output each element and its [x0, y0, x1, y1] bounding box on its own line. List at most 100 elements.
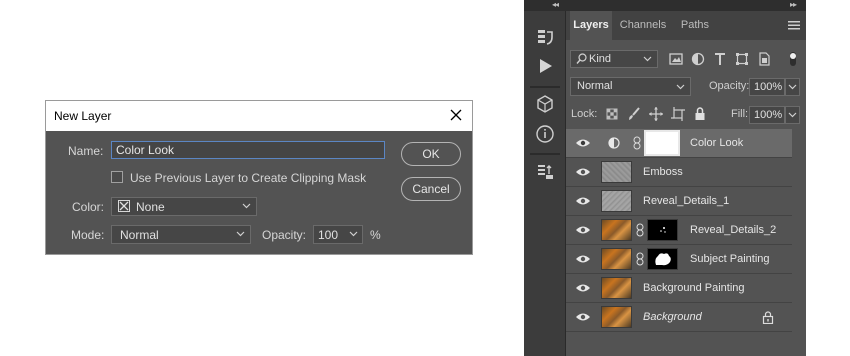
filter-kind-select[interactable]: Kind	[570, 50, 658, 68]
collapse-right-icon[interactable]: ▸▸	[790, 0, 797, 9]
fill-dropdown[interactable]	[785, 106, 800, 124]
layers-panel: Layers Channels Paths Kind Normal Opacit…	[566, 11, 806, 356]
eye-icon[interactable]	[575, 195, 591, 207]
strip-divider	[530, 86, 560, 88]
opacity-field[interactable]: 100	[313, 225, 363, 244]
play-actions-icon[interactable]	[532, 53, 558, 79]
opacity-value: 100	[318, 228, 339, 242]
layer-name: Subject Painting	[690, 253, 770, 265]
adjustment-layer-icon	[608, 137, 620, 149]
layer-name: Background Painting	[643, 282, 745, 294]
brush-icon[interactable]	[626, 106, 642, 122]
lock-label: Lock:	[571, 108, 598, 120]
filter-kind-value: Kind	[589, 53, 612, 65]
dialog-titlebar: New Layer	[46, 101, 472, 131]
opacity-dropdown[interactable]	[785, 78, 800, 96]
opacity-label: Opacity:	[262, 228, 307, 242]
layer-row-subject-painting[interactable]: Subject Painting	[566, 245, 792, 274]
layer-list-scrollbar[interactable]	[792, 129, 806, 356]
chevron-down-icon	[242, 203, 251, 209]
tab-channels[interactable]: Channels	[616, 11, 670, 40]
layer-name: Reveal_Details_1	[643, 195, 730, 207]
panel-tabs: Layers Channels Paths	[566, 11, 806, 40]
chevron-down-icon	[236, 231, 245, 237]
layer-name: Background	[643, 311, 702, 323]
layer-row-color-look[interactable]: Color Look	[566, 129, 792, 158]
layer-thumbnail	[601, 248, 632, 270]
color-value: None	[136, 200, 165, 214]
lock-icon[interactable]	[692, 106, 708, 122]
link-chain-icon[interactable]	[636, 252, 644, 266]
panel-icon-strip	[524, 11, 566, 356]
eye-icon[interactable]	[575, 282, 591, 294]
layer-row-emboss[interactable]: Emboss	[566, 158, 792, 187]
mode-select[interactable]: Normal	[111, 225, 251, 244]
link-chain-icon[interactable]	[636, 223, 644, 237]
layer-thumbnail	[601, 190, 632, 212]
pixel-filter-icon[interactable]	[668, 51, 684, 67]
chevron-down-icon	[643, 56, 652, 62]
clipping-mask-label: Use Previous Layer to Create Clipping Ma…	[130, 171, 367, 185]
chevron-down-icon[interactable]	[349, 231, 358, 237]
lock-transparent-pixels-icon[interactable]	[604, 106, 620, 122]
blend-mode-select[interactable]: Normal	[570, 77, 691, 96]
close-icon[interactable]	[446, 105, 466, 125]
eye-icon[interactable]	[575, 137, 591, 149]
cancel-button[interactable]: Cancel	[401, 177, 461, 201]
blend-mode-value: Normal	[577, 80, 613, 92]
eye-icon[interactable]	[575, 253, 591, 265]
lock-icon[interactable]	[762, 311, 774, 324]
info-icon[interactable]	[532, 121, 558, 147]
ok-button[interactable]: OK	[401, 142, 461, 166]
filter-toggle-icon[interactable]	[788, 51, 798, 67]
eye-icon[interactable]	[575, 224, 591, 236]
name-input[interactable]	[111, 141, 385, 159]
layer-row-background-painting[interactable]: Background Painting	[566, 274, 792, 303]
move-icon[interactable]	[648, 106, 664, 122]
no-color-icon	[118, 200, 130, 212]
tab-layers[interactable]: Layers	[570, 11, 612, 40]
layer-mask-thumbnail[interactable]	[644, 130, 680, 156]
link-chain-icon[interactable]	[633, 136, 641, 150]
search-icon	[576, 53, 587, 65]
3d-cube-icon[interactable]	[532, 91, 558, 117]
photoshop-dock: ◂◂ ▸▸ Layers Channels Paths Kind Normal …	[524, 0, 806, 356]
dock-topbar: ◂◂ ▸▸	[524, 0, 806, 11]
dialog-title: New Layer	[54, 109, 112, 123]
opacity-unit: %	[370, 228, 381, 242]
collapse-left-icon[interactable]: ◂◂	[552, 0, 559, 9]
mode-label: Mode:	[71, 228, 105, 242]
shape-filter-icon[interactable]	[734, 51, 750, 67]
fill-label: Fill:	[731, 108, 749, 120]
layer-thumbnail	[601, 306, 632, 328]
fill-input[interactable]: 100%	[749, 106, 785, 124]
name-label: Name:	[68, 144, 104, 158]
layer-comps-icon[interactable]	[532, 159, 558, 185]
layer-mask-thumbnail[interactable]	[647, 248, 678, 270]
opacity-label: Opacity:	[709, 80, 750, 92]
strip-divider	[530, 153, 560, 155]
layer-row-background[interactable]: Background	[566, 303, 792, 332]
artboard-icon[interactable]	[670, 106, 686, 122]
layer-thumbnail	[601, 161, 632, 183]
layer-mask-thumbnail[interactable]	[647, 219, 678, 241]
color-label: Color:	[72, 200, 105, 214]
layer-name: Emboss	[643, 166, 683, 178]
layer-name: Reveal_Details_2	[690, 224, 777, 236]
layer-thumbnail	[601, 219, 632, 241]
tab-paths[interactable]: Paths	[674, 11, 716, 40]
adjustment-filter-icon[interactable]	[690, 51, 706, 67]
layer-name: Color Look	[690, 137, 744, 149]
panel-menu-icon[interactable]	[788, 21, 800, 30]
history-icon[interactable]	[532, 25, 558, 51]
layer-row-reveal-details-1[interactable]: Reveal_Details_1	[566, 187, 792, 216]
layer-opacity-input[interactable]: 100%	[749, 78, 785, 96]
clipping-mask-checkbox[interactable]	[111, 171, 123, 183]
layer-thumbnail	[601, 277, 632, 299]
type-filter-icon[interactable]	[712, 51, 728, 67]
color-select[interactable]: None	[111, 197, 257, 216]
eye-icon[interactable]	[575, 166, 591, 178]
smart-object-filter-icon[interactable]	[756, 51, 772, 67]
layer-row-reveal-details-2[interactable]: Reveal_Details_2	[566, 216, 792, 245]
eye-icon[interactable]	[575, 311, 591, 323]
